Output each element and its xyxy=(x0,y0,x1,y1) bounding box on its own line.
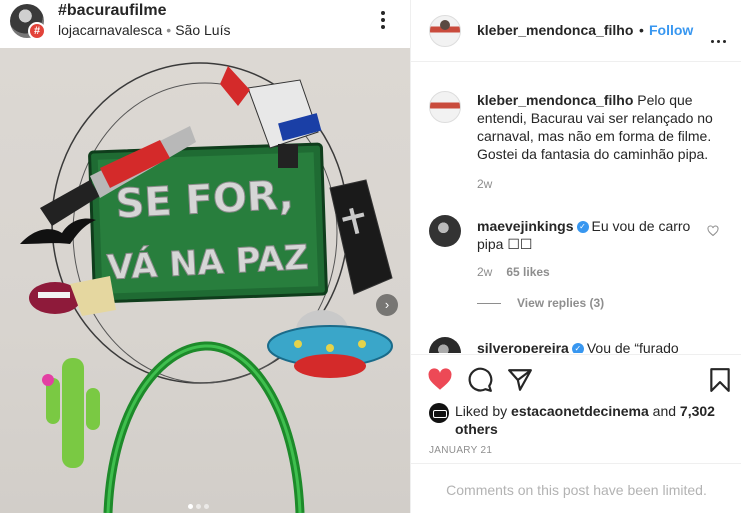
comment-likes[interactable]: 65 likes xyxy=(506,265,549,279)
verified-badge-icon: ✓ xyxy=(571,343,584,353)
comment-text: maevejinkings ✓ Eu vou de carro pipa ☐☐ xyxy=(477,217,717,253)
next-photo-button[interactable]: › xyxy=(376,294,398,316)
more-options-icon[interactable] xyxy=(711,30,729,43)
caption-avatar[interactable] xyxy=(429,91,461,123)
comment-body: Vou de “furado xyxy=(586,340,679,353)
post-photo[interactable]: SE FOR, VÁ NA PAZ › xyxy=(0,48,410,513)
liker-avatar[interactable] xyxy=(429,403,449,423)
carousel-dots xyxy=(188,496,222,509)
hashtag-badge: # xyxy=(28,22,46,40)
account-link[interactable]: lojacarnavalesca xyxy=(58,22,162,38)
comment-text: silveropereira ✓ Vou de “furado xyxy=(477,339,717,353)
send-icon[interactable] xyxy=(507,367,533,393)
more-options-icon[interactable] xyxy=(376,10,390,32)
right-pane: kleber_mendonca_filho • Follow kleber_me… xyxy=(410,0,741,513)
caption-username[interactable]: kleber_mendonca_filho xyxy=(477,92,633,108)
comment-icon[interactable] xyxy=(467,367,493,393)
caption-text: kleber_mendonca_filho Pelo que entendi, … xyxy=(477,91,717,163)
liked-by-and: and xyxy=(652,403,677,419)
cactus-decoration xyxy=(42,358,100,468)
post-header: kleber_mendonca_filho • Follow xyxy=(411,0,741,62)
account-location-line: lojacarnavalesca • São Luís xyxy=(58,22,230,38)
comments-list[interactable]: kleber_mendonca_filho Pelo que entendi, … xyxy=(411,63,741,353)
avatar[interactable] xyxy=(429,337,461,353)
post-actions: Liked by estacaonetdecinema and 7,302 ot… xyxy=(411,354,741,513)
ufo-decoration xyxy=(267,310,393,378)
avatar[interactable] xyxy=(429,215,461,247)
replies-divider xyxy=(477,303,501,305)
left-pane: # #bacuraufilme lojacarnavalesca • São Luí… xyxy=(0,0,410,513)
caption-time: 2w xyxy=(477,177,493,191)
liked-by-prefix: Liked by xyxy=(455,403,508,419)
headband-illustration: SE FOR, VÁ NA PAZ xyxy=(20,62,393,513)
comment-username[interactable]: maevejinkings xyxy=(477,218,574,234)
liked-by-row: Liked by estacaonetdecinema and 7,302 ot… xyxy=(429,400,729,438)
comment-username[interactable]: silveropereira xyxy=(477,340,569,353)
post-date[interactable]: JANUARY 21 xyxy=(429,445,492,456)
owner-username[interactable]: kleber_mendonca_filho xyxy=(477,22,633,38)
view-replies-label: View replies (3) xyxy=(517,296,605,310)
carousel-dot xyxy=(188,504,193,509)
liked-by-user[interactable]: estacaonetdecinema xyxy=(511,403,649,419)
verified-badge-icon: ✓ xyxy=(576,221,589,234)
follow-button[interactable]: Follow xyxy=(649,22,693,38)
hashtag-title[interactable]: #bacuraufilme xyxy=(58,2,166,20)
carousel-dot xyxy=(196,504,201,509)
separator: • xyxy=(166,22,172,38)
carousel-dot xyxy=(204,504,209,509)
left-header: # #bacuraufilme lojacarnavalesca • São Luí… xyxy=(0,0,410,48)
like-comment-heart-icon[interactable] xyxy=(707,225,719,237)
sign-text-line1: SE FOR, xyxy=(114,172,294,227)
liked-by-text: Liked by estacaonetdecinema and 7,302 ot… xyxy=(455,402,725,438)
view-replies-button[interactable]: View replies (3) xyxy=(477,296,604,310)
comment-time: 2w xyxy=(477,265,493,279)
location-link[interactable]: São Luís xyxy=(175,22,230,38)
bookmark-icon[interactable] xyxy=(707,367,733,393)
comment-meta: 2w 65 likes xyxy=(477,265,550,279)
follow-separator: • xyxy=(639,22,644,38)
heart-icon[interactable] xyxy=(427,367,453,393)
comments-limited-notice: Comments on this post have been limited. xyxy=(411,463,741,513)
owner-avatar[interactable] xyxy=(429,15,461,47)
